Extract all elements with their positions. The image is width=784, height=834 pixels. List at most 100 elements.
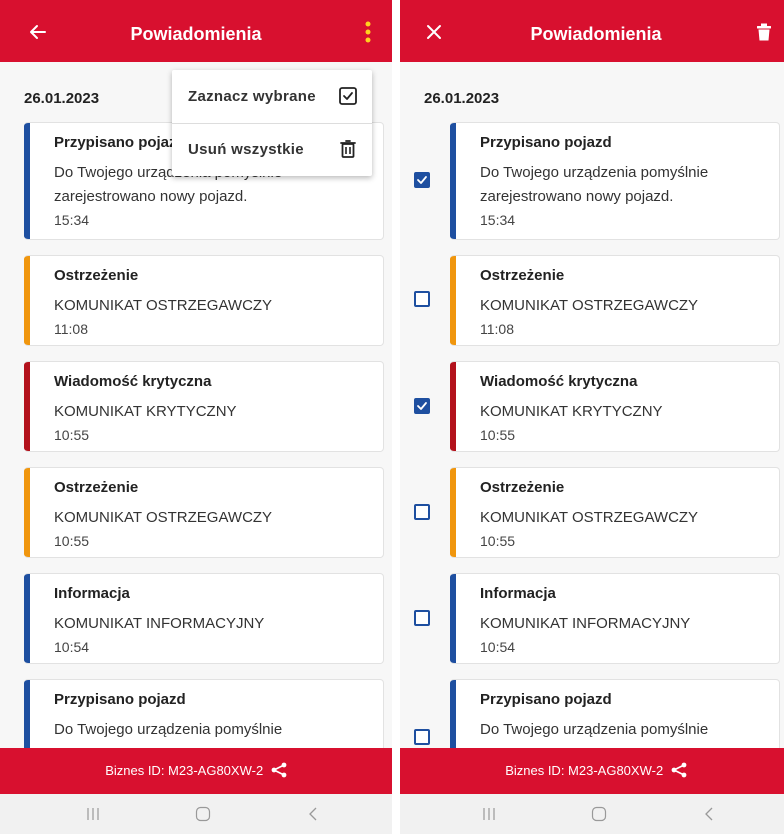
severity-stripe <box>450 123 456 239</box>
share-icon[interactable] <box>671 762 687 778</box>
home-icon <box>591 806 607 822</box>
notification-title: Ostrzeżenie <box>54 267 139 284</box>
date-group-header: 26.01.2023 <box>24 90 100 107</box>
notification-body: Do Twojego urządzenia pomyślnie <box>480 721 709 738</box>
notification-body: KOMUNIKAT KRYTYCZNY <box>480 403 663 420</box>
overflow-menu: Zaznacz wybrane Usuń wszystkie <box>172 70 372 176</box>
notification-title: Przypisano pojazd <box>54 134 186 151</box>
more-vertical-icon <box>365 21 371 43</box>
notification-card[interactable]: Przypisano pojazd Do Twojego urządzenia … <box>450 122 780 240</box>
recent-apps-button[interactable] <box>78 802 108 826</box>
notification-title: Ostrzeżenie <box>480 267 565 284</box>
notification-title: Informacja <box>480 585 556 602</box>
notifications-screen-menu-open: Powiadomienia 26.01.2023 Przypisano poja… <box>0 0 392 834</box>
chevron-left-icon <box>309 807 317 821</box>
notification-body: KOMUNIKAT OSTRZEGAWCZY <box>54 509 273 526</box>
notification-body: Do Twojego urządzenia pomyślnie <box>54 721 283 738</box>
select-checkbox[interactable] <box>414 291 430 307</box>
severity-stripe <box>24 574 30 663</box>
date-group-header: 26.01.2023 <box>424 90 500 107</box>
top-app-bar: Powiadomienia <box>0 0 392 62</box>
notification-time: 10:54 <box>480 639 516 655</box>
recent-apps-icon <box>87 808 99 820</box>
system-nav-bar <box>0 794 392 834</box>
notification-card[interactable]: Wiadomość krytyczna KOMUNIKAT KRYTYCZNY 1… <box>450 361 780 452</box>
notification-card[interactable]: Informacja KOMUNIKAT INFORMACYJNY 10:54 <box>450 573 780 664</box>
severity-stripe <box>450 362 456 451</box>
panel-divider <box>392 0 400 834</box>
footer-bar: Biznes ID: M23-AG80XW-2 <box>400 748 784 794</box>
notification-card[interactable]: Wiadomość krytyczna KOMUNIKAT KRYTYCZNY 1… <box>24 361 384 452</box>
check-icon <box>417 402 427 410</box>
home-button[interactable] <box>584 802 614 826</box>
notification-title: Ostrzeżenie <box>54 479 139 496</box>
notification-body: KOMUNIKAT OSTRZEGAWCZY <box>480 297 699 314</box>
select-checkbox[interactable] <box>414 610 430 626</box>
notification-body: KOMUNIKAT INFORMACYJNY <box>480 615 691 632</box>
severity-stripe <box>450 256 456 345</box>
biznes-id-text: Biznes ID: M23-AG80XW-2 <box>105 763 264 778</box>
notification-title: Ostrzeżenie <box>480 479 565 496</box>
menu-item-label: Zaznacz wybrane <box>188 88 316 105</box>
notification-body: KOMUNIKAT KRYTYCZNY <box>54 403 237 420</box>
back-nav-button[interactable] <box>694 802 724 826</box>
severity-stripe <box>450 574 456 663</box>
select-checkbox[interactable] <box>414 504 430 520</box>
notification-time: 11:08 <box>480 321 514 337</box>
home-icon <box>195 806 211 822</box>
notification-card[interactable]: Ostrzeżenie KOMUNIKAT OSTRZEGAWCZY 10:55 <box>450 467 780 558</box>
notification-title: Wiadomość krytyczna <box>54 373 212 390</box>
select-checkbox[interactable] <box>414 398 430 414</box>
footer-bar: Biznes ID: M23-AG80XW-2 <box>0 748 392 794</box>
notification-card[interactable]: Ostrzeżenie KOMUNIKAT OSTRZEGAWCZY 11:08 <box>24 255 384 346</box>
notification-time: 10:55 <box>480 427 516 443</box>
trash-icon <box>757 23 771 41</box>
notification-time: 10:55 <box>54 533 90 549</box>
select-checkbox[interactable] <box>414 172 430 188</box>
notification-title: Przypisano pojazd <box>480 134 612 151</box>
notification-body: KOMUNIKAT OSTRZEGAWCZY <box>54 297 273 314</box>
recent-apps-icon <box>483 808 495 820</box>
severity-stripe <box>450 468 456 557</box>
severity-stripe <box>24 256 30 345</box>
menu-item-delete-all[interactable]: Usuń wszystkie <box>172 123 372 176</box>
notification-title: Informacja <box>54 585 130 602</box>
page-title: Powiadomienia <box>130 24 262 44</box>
home-button[interactable] <box>188 802 218 826</box>
top-app-bar: Powiadomienia <box>400 0 784 62</box>
notification-card[interactable]: Ostrzeżenie KOMUNIKAT OSTRZEGAWCZY 10:55 <box>24 467 384 558</box>
notification-time: 10:55 <box>480 533 516 549</box>
notification-title: Wiadomość krytyczna <box>480 373 638 390</box>
recent-apps-button[interactable] <box>474 802 504 826</box>
checkbox-check-icon <box>339 87 357 105</box>
menu-item-mark-selected[interactable]: Zaznacz wybrane <box>172 70 372 123</box>
check-icon <box>417 176 427 184</box>
biznes-id-text: Biznes ID: M23-AG80XW-2 <box>505 763 664 778</box>
notification-title: Przypisano pojazd <box>54 691 186 708</box>
notification-body: Do Twojego urządzenia pomyślnie zarejest… <box>480 164 709 205</box>
notification-time: 11:08 <box>54 321 88 337</box>
menu-item-label: Usuń wszystkie <box>188 141 304 158</box>
severity-stripe <box>24 362 30 451</box>
notification-card[interactable]: Ostrzeżenie KOMUNIKAT OSTRZEGAWCZY 11:08 <box>450 255 780 346</box>
trash-icon <box>340 140 356 158</box>
more-options-button[interactable] <box>350 14 386 50</box>
notification-card[interactable]: Informacja KOMUNIKAT INFORMACYJNY 10:54 <box>24 573 384 664</box>
chevron-left-icon <box>705 807 713 821</box>
system-nav-bar <box>400 794 784 834</box>
back-nav-button[interactable] <box>298 802 328 826</box>
notification-body: KOMUNIKAT OSTRZEGAWCZY <box>480 509 699 526</box>
select-checkbox[interactable] <box>414 729 430 745</box>
notification-time: 10:54 <box>54 639 90 655</box>
notification-time: 15:34 <box>54 212 90 228</box>
notification-title: Przypisano pojazd <box>480 691 612 708</box>
delete-selected-button[interactable] <box>746 14 782 50</box>
severity-stripe <box>24 123 30 239</box>
notifications-screen-selection-mode: Powiadomienia 26.01.2023 Przypisano poja… <box>400 0 784 834</box>
notification-body: KOMUNIKAT INFORMACYJNY <box>54 615 265 632</box>
notification-time: 10:55 <box>54 427 90 443</box>
notification-time: 15:34 <box>480 212 516 228</box>
severity-stripe <box>24 468 30 557</box>
page-title: Powiadomienia <box>530 24 662 44</box>
share-icon[interactable] <box>271 762 287 778</box>
